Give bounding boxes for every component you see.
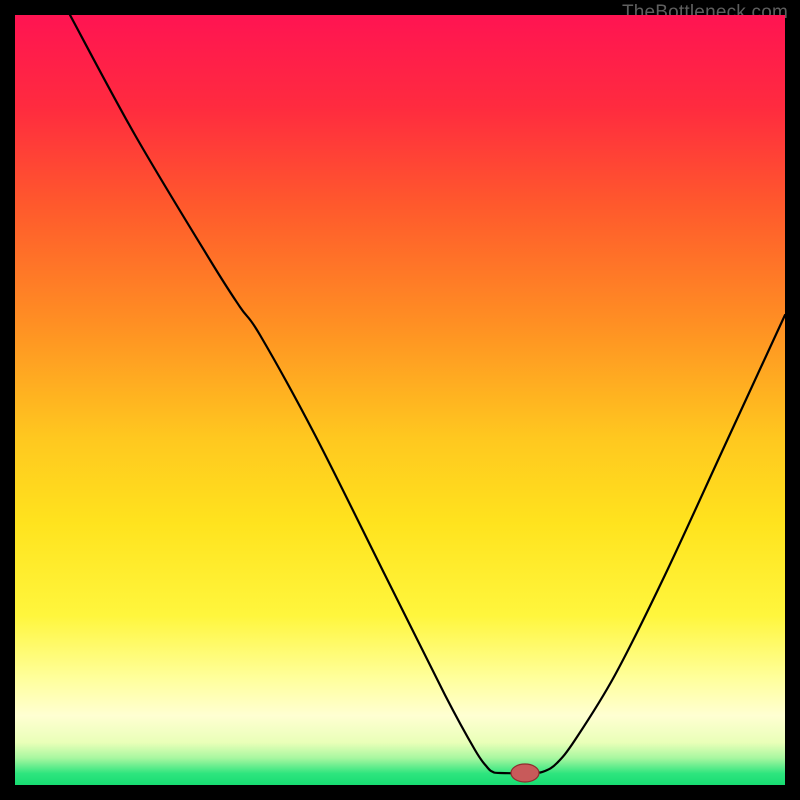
chart-svg [15,15,785,785]
optimal-point-marker [511,764,539,782]
chart-frame: TheBottleneck.com [0,0,800,800]
plot-area [15,15,785,785]
gradient-background [15,15,785,785]
